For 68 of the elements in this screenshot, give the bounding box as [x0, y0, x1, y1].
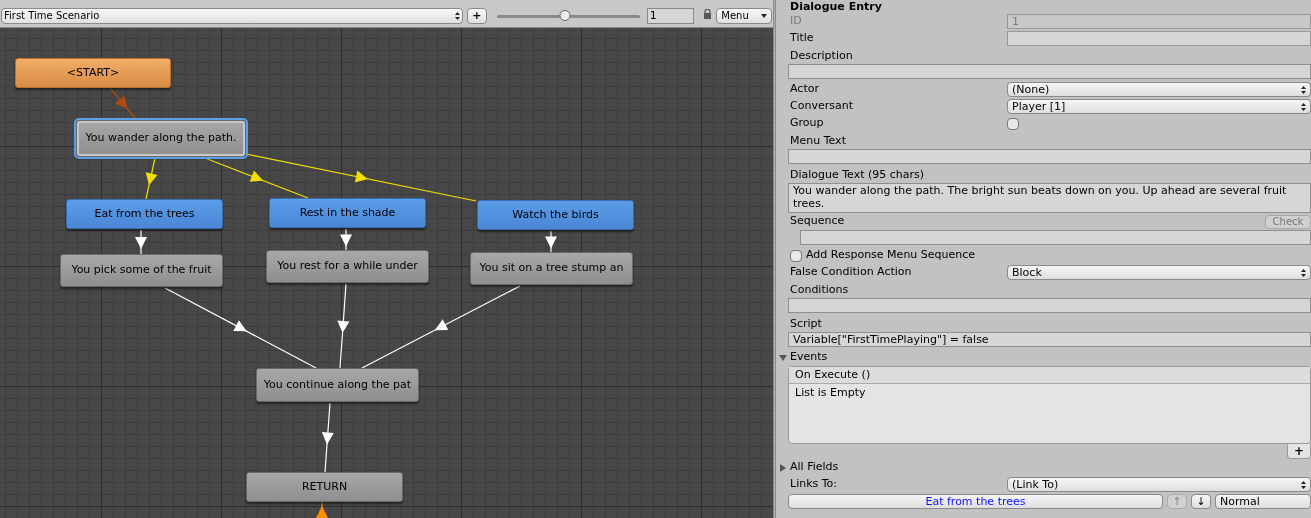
field-label: ID: [790, 14, 802, 28]
input-field[interactable]: Variable["FirstTimePlaying"] = false: [788, 332, 1311, 347]
connector-arrow: [316, 501, 328, 518]
dropdown[interactable]: Block: [1007, 265, 1311, 280]
inspector-title: Dialogue Entry: [789, 0, 883, 13]
field-label: Sequence: [790, 213, 845, 230]
field-label: Dialogue Text (95 chars): [790, 168, 925, 181]
checkbox[interactable]: [790, 249, 802, 262]
add-button[interactable]: +: [466, 7, 487, 24]
response-node[interactable]: Eat from the trees: [66, 199, 223, 229]
dialogue-node[interactable]: You rest for a while under: [266, 250, 429, 283]
updown-icon: [1301, 269, 1306, 277]
dialogue-node[interactable]: You pick some of the fruit: [60, 254, 223, 287]
input-field[interactable]: [788, 149, 1311, 164]
connector-arrow: [135, 229, 147, 255]
slider-thumb[interactable]: [559, 9, 571, 21]
connector-arrow: [545, 230, 557, 253]
move-down-button[interactable]: ↓: [1191, 494, 1211, 509]
connector-arrow: [321, 402, 334, 473]
collapsed-triangle-icon[interactable]: [779, 463, 787, 472]
dialogue-node[interactable]: You sit on a tree stump an: [470, 252, 633, 285]
checkbox[interactable]: [1007, 117, 1019, 130]
priority-dropdown[interactable]: Normal: [1215, 494, 1311, 509]
dialogue-node[interactable]: RETURN: [246, 472, 403, 502]
start-node[interactable]: <START>: [15, 58, 171, 88]
input-field[interactable]: [788, 64, 1311, 79]
connector-arrow: [340, 228, 352, 251]
field-label: Menu Text: [790, 134, 846, 147]
dropdown[interactable]: (Link To): [1007, 477, 1311, 492]
connector-arrow: [109, 87, 137, 120]
field-label: Events: [790, 349, 828, 366]
empty-list-text: List is Empty: [794, 385, 867, 401]
field-label: Conversant: [790, 99, 853, 113]
dropdown[interactable]: Player [1]: [1007, 99, 1311, 114]
dialogue-node[interactable]: You wander along the path.: [76, 120, 246, 157]
response-node[interactable]: Watch the birds: [477, 200, 634, 230]
input-field[interactable]: [800, 230, 1311, 245]
field-label: Actor: [790, 82, 819, 96]
text-area[interactable]: You wander along the path. The bright sun beats down on you. Up ahead are several fruit trees.: [788, 183, 1311, 213]
field-label: Links To:: [790, 477, 838, 491]
expanded-triangle-icon[interactable]: [779, 353, 787, 362]
zoom-input[interactable]: 1: [646, 7, 695, 24]
updown-icon: [454, 11, 460, 20]
field-label: Add Response Menu Sequence: [806, 247, 976, 264]
caret-icon: [761, 13, 767, 18]
updown-icon: [1301, 86, 1306, 94]
field-label: False Condition Action: [790, 265, 912, 279]
menu-dropdown[interactable]: Menu: [716, 7, 772, 24]
field-label: Description: [790, 49, 853, 62]
lock-icon[interactable]: [703, 8, 713, 19]
event-header: On Execute (): [789, 367, 1310, 384]
input-field[interactable]: [1007, 31, 1311, 46]
response-node[interactable]: Rest in the shade: [269, 198, 426, 228]
field-label: Title: [790, 31, 814, 45]
link-button[interactable]: Eat from the trees: [788, 494, 1163, 509]
updown-icon: [1301, 481, 1306, 489]
field-label: Group: [790, 116, 824, 130]
dialogue-node[interactable]: You continue along the pat: [256, 368, 419, 402]
updown-icon: [1301, 103, 1306, 111]
zoom-slider[interactable]: [496, 8, 640, 23]
field-label: All Fields: [790, 459, 839, 476]
input-field[interactable]: [788, 298, 1311, 313]
conversation-dropdown[interactable]: First Time Scenario: [1, 7, 463, 24]
field-label: Script: [790, 317, 822, 330]
connector-arrow: [145, 157, 158, 200]
dropdown[interactable]: (None): [1007, 82, 1311, 97]
field-label: Conditions: [790, 283, 849, 296]
add-button[interactable]: +: [1287, 444, 1311, 459]
